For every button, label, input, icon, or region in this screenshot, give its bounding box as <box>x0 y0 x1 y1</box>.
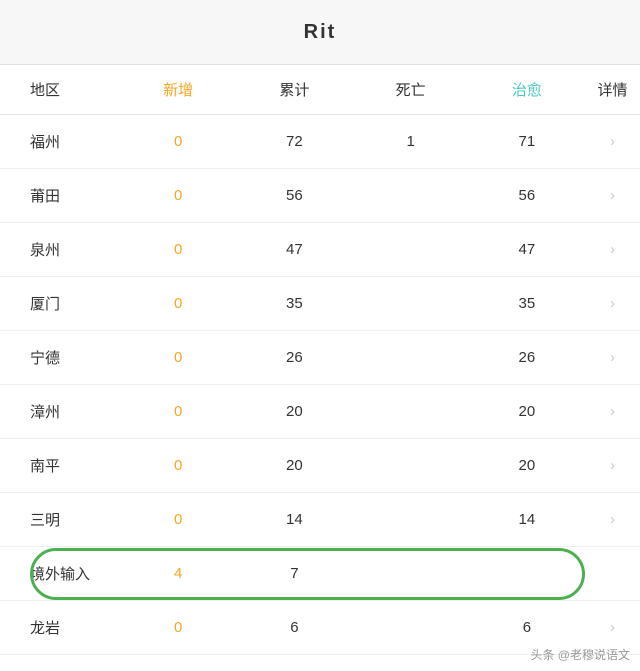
cell-detail: › <box>585 511 640 528</box>
cell-detail: › <box>585 133 640 150</box>
cell-region: 龙岩 <box>0 617 120 638</box>
cell-new: 0 <box>120 457 236 474</box>
cell-recover: 47 <box>469 241 585 258</box>
col-header-new: 新增 <box>120 79 236 100</box>
cell-total: 56 <box>236 187 352 204</box>
cell-new: 0 <box>120 133 236 150</box>
col-header-total: 累计 <box>236 79 352 100</box>
cell-total: 35 <box>236 295 352 312</box>
cell-total: 20 <box>236 403 352 420</box>
cell-region: 福州 <box>0 131 120 152</box>
page-title: Rit <box>304 21 337 44</box>
page-header: Rit <box>0 0 640 65</box>
cell-new: 0 <box>120 295 236 312</box>
cell-new: 0 <box>120 241 236 258</box>
cell-total: 47 <box>236 241 352 258</box>
cell-new: 0 <box>120 349 236 366</box>
cell-recover: 20 <box>469 457 585 474</box>
table-row[interactable]: 宁德 0 26 26 › <box>0 331 640 385</box>
cell-region: 莆田 <box>0 185 120 206</box>
table-row[interactable]: 厦门 0 35 35 › <box>0 277 640 331</box>
cell-total: 14 <box>236 511 352 528</box>
cell-recover: 56 <box>469 187 585 204</box>
cell-region: 厦门 <box>0 293 120 314</box>
cell-recover: 35 <box>469 295 585 312</box>
cell-total: 7 <box>236 565 352 582</box>
cell-new: 0 <box>120 403 236 420</box>
cell-detail: › <box>585 241 640 258</box>
main-table: Rit 地区 新增 累计 死亡 治愈 详情 福州 0 72 1 71 › 莆田 … <box>0 0 640 655</box>
cell-region: 南平 <box>0 455 120 476</box>
cell-detail: › <box>585 619 640 636</box>
cell-new: 0 <box>120 619 236 636</box>
col-header-region: 地区 <box>0 79 120 100</box>
cell-region: 泉州 <box>0 239 120 260</box>
cell-new: 0 <box>120 511 236 528</box>
table-row[interactable]: 三明 0 14 14 › <box>0 493 640 547</box>
cell-total: 6 <box>236 619 352 636</box>
cell-detail: › <box>585 349 640 366</box>
cell-recover: 26 <box>469 349 585 366</box>
cell-total: 72 <box>236 133 352 150</box>
cell-recover: 71 <box>469 133 585 150</box>
table-row[interactable]: 境外输入 4 7 <box>0 547 640 601</box>
cell-detail: › <box>585 295 640 312</box>
col-header-detail: 详情 <box>585 79 640 100</box>
cell-recover: 20 <box>469 403 585 420</box>
cell-death: 1 <box>353 133 469 150</box>
cell-region: 宁德 <box>0 347 120 368</box>
cell-detail: › <box>585 457 640 474</box>
table-row[interactable]: 泉州 0 47 47 › <box>0 223 640 277</box>
cell-recover: 14 <box>469 511 585 528</box>
table-row[interactable]: 福州 0 72 1 71 › <box>0 115 640 169</box>
cell-new: 0 <box>120 187 236 204</box>
cell-recover: 6 <box>469 619 585 636</box>
cell-region: 漳州 <box>0 401 120 422</box>
watermark-text: 头条 @老穆说语文 <box>530 646 630 663</box>
cell-detail: › <box>585 187 640 204</box>
cell-new: 4 <box>120 565 236 582</box>
cell-total: 20 <box>236 457 352 474</box>
cell-detail: › <box>585 403 640 420</box>
table-row[interactable]: 南平 0 20 20 › <box>0 439 640 493</box>
cell-total: 26 <box>236 349 352 366</box>
cell-region: 三明 <box>0 509 120 530</box>
col-header-recover: 治愈 <box>469 79 585 100</box>
col-header-death: 死亡 <box>353 79 469 100</box>
cell-region: 境外输入 <box>0 563 120 584</box>
table-row[interactable]: 莆田 0 56 56 › <box>0 169 640 223</box>
table-body: 福州 0 72 1 71 › 莆田 0 56 56 › 泉州 0 47 47 ›… <box>0 115 640 655</box>
table-row[interactable]: 漳州 0 20 20 › <box>0 385 640 439</box>
table-header-row: 地区 新增 累计 死亡 治愈 详情 <box>0 65 640 115</box>
